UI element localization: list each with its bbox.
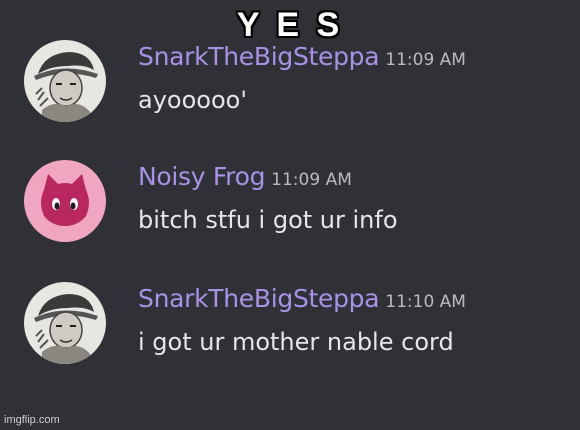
message-header: SnarkTheBigSteppa 11:09 AM [138, 42, 466, 71]
user-avatar[interactable] [24, 40, 106, 122]
message-header: Noisy Frog 11:09 AM [138, 162, 352, 191]
chat-message[interactable]: SnarkTheBigSteppa 11:10 AM i got ur mothe… [24, 282, 574, 378]
sketch-portrait-avatar [24, 282, 106, 364]
cat-face-avatar [24, 160, 106, 242]
chat-message[interactable]: SnarkTheBigSteppa 11:09 AM ayooooo' [24, 40, 574, 136]
username[interactable]: Noisy Frog [138, 162, 265, 191]
message-text: bitch stfu i got ur info [138, 206, 398, 234]
watermark: imgflip.com [4, 414, 60, 426]
message-header: SnarkTheBigSteppa 11:10 AM [138, 284, 466, 313]
username[interactable]: SnarkTheBigSteppa [138, 42, 380, 71]
username[interactable]: SnarkTheBigSteppa [138, 284, 380, 313]
message-text: ayooooo' [138, 86, 247, 114]
message-text: i got ur mother nable cord [138, 328, 454, 356]
chat-message[interactable]: Noisy Frog 11:09 AM bitch stfu i got ur i… [24, 160, 574, 256]
sketch-portrait-avatar [24, 40, 106, 122]
timestamp: 11:09 AM [385, 50, 466, 70]
timestamp: 11:09 AM [271, 170, 352, 190]
user-avatar[interactable] [24, 160, 106, 242]
user-avatar[interactable] [24, 282, 106, 364]
timestamp: 11:10 AM [385, 292, 466, 312]
